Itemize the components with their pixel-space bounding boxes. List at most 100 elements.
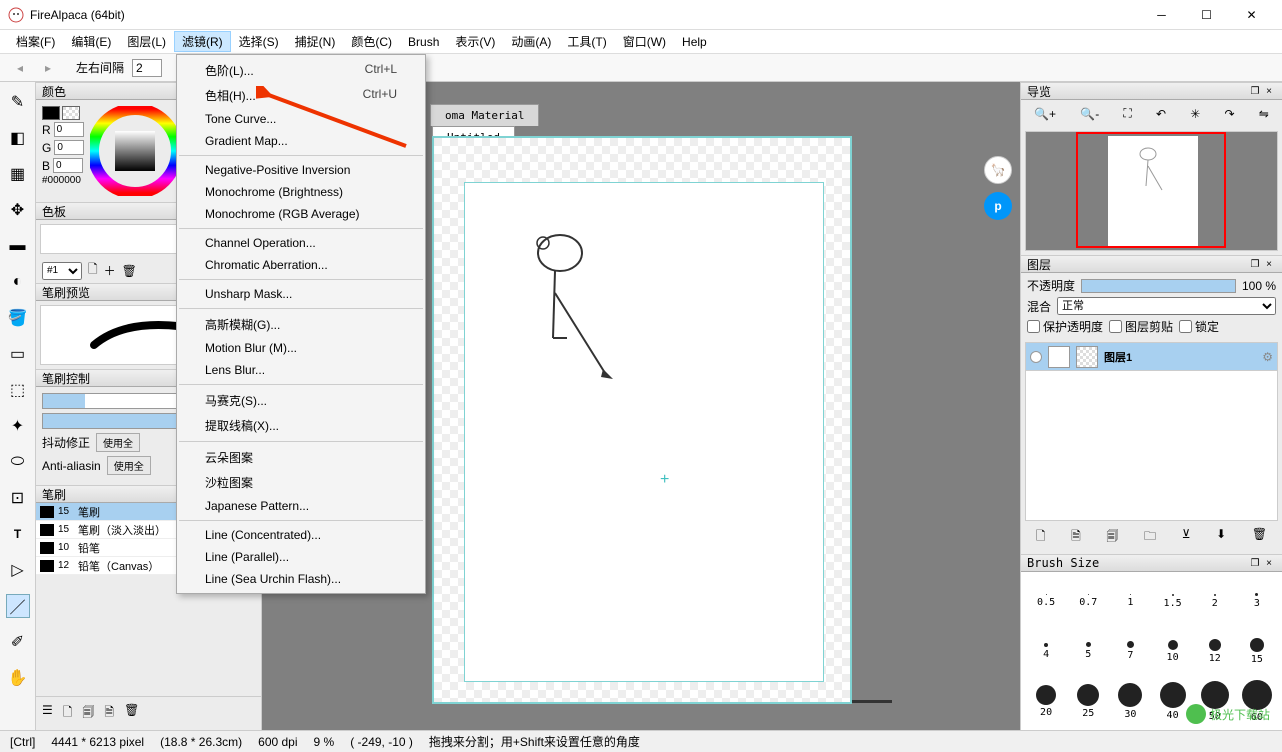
filter-item[interactable]: 沙粒图案 <box>177 470 425 495</box>
zoom-out-icon[interactable]: 🔍- <box>1080 107 1099 121</box>
rotate-reset-icon[interactable]: ✳ <box>1190 107 1200 121</box>
protect-alpha-checkbox[interactable] <box>1027 320 1040 333</box>
layer-new-icon[interactable]: 🗋 <box>1036 527 1046 548</box>
brush-del-icon[interactable]: 🗑 <box>124 703 139 724</box>
brush-size-cell[interactable]: 7 <box>1111 628 1149 674</box>
lasso-tool[interactable]: ⬭ <box>6 450 30 474</box>
filter-item[interactable]: 色阶(L)...Ctrl+L <box>177 58 425 83</box>
menu-捕捉n[interactable]: 捕捉(N) <box>287 31 344 52</box>
menu-brush[interactable]: Brush <box>400 33 447 51</box>
filter-item[interactable]: Line (Sea Urchin Flash)... <box>177 568 425 590</box>
divide-tool[interactable]: ／ <box>6 594 30 618</box>
menu-选择s[interactable]: 选择(S) <box>231 31 287 52</box>
fill-tool[interactable]: ▬ <box>6 234 30 258</box>
layer-settings-icon[interactable]: ⚙ <box>1262 350 1273 364</box>
clip-checkbox[interactable] <box>1109 320 1122 333</box>
filter-item[interactable]: 提取线稿(X)... <box>177 413 425 438</box>
prev-button[interactable]: ◂ <box>10 58 30 78</box>
select-rect-tool[interactable]: ⬚ <box>6 378 30 402</box>
menu-编辑e[interactable]: 编辑(E) <box>63 31 119 52</box>
filter-item[interactable]: Chromatic Aberration... <box>177 254 425 276</box>
menu-档案f[interactable]: 档案(F) <box>8 31 63 52</box>
menu-动画a[interactable]: 动画(A) <box>503 31 559 52</box>
layer-down-icon[interactable]: ⬇ <box>1216 527 1226 548</box>
background-swatch[interactable] <box>62 106 80 120</box>
brush-dup-icon[interactable]: 🗎 <box>104 703 114 724</box>
panel-undock-icon[interactable]: ❐ <box>1248 257 1262 271</box>
brush-size-cell[interactable]: 1.5 <box>1154 578 1192 624</box>
rotate-ccw-icon[interactable]: ↶ <box>1156 107 1166 121</box>
palette-add-icon[interactable]: ＋ <box>104 262 116 279</box>
brush-size-cell[interactable]: 3 <box>1238 578 1276 624</box>
palette-del-icon[interactable]: 🗑 <box>122 264 137 278</box>
bucket-tool[interactable]: 🪣 <box>6 306 30 330</box>
filter-item[interactable]: Gradient Map... <box>177 130 425 152</box>
filter-item[interactable]: Japanese Pattern... <box>177 495 425 517</box>
opacity-slider[interactable] <box>1081 279 1236 293</box>
lock-checkbox[interactable] <box>1179 320 1192 333</box>
brush-size-cell[interactable]: 1 <box>1111 578 1149 624</box>
spacing-input[interactable] <box>132 59 162 77</box>
color-wheel[interactable] <box>90 106 180 196</box>
brush-size-cell[interactable]: 2 <box>1196 578 1234 624</box>
brush-size-cell[interactable]: 5 <box>1069 628 1107 674</box>
blend-select[interactable]: 正常 <box>1057 297 1276 315</box>
filter-item[interactable]: Monochrome (Brightness) <box>177 181 425 203</box>
brush-size-cell[interactable]: 15 <box>1238 628 1276 674</box>
layer-dup-icon[interactable]: 🗐 <box>1106 527 1118 548</box>
g-input[interactable] <box>54 140 84 155</box>
menu-图层l[interactable]: 图层(L) <box>119 31 174 52</box>
menu-颜色c[interactable]: 颜色(C) <box>343 31 400 52</box>
menu-help[interactable]: Help <box>674 33 715 51</box>
palette-select[interactable]: #1 <box>42 262 82 280</box>
layer-merge-icon[interactable]: ⊻ <box>1182 527 1191 548</box>
filter-item[interactable]: 色相(H)...Ctrl+U <box>177 83 425 108</box>
shape-tool[interactable]: ▭ <box>6 342 30 366</box>
menu-窗口w[interactable]: 窗口(W) <box>615 31 674 52</box>
brush-size-cell[interactable]: 25 <box>1069 678 1107 724</box>
menu-表示v[interactable]: 表示(V) <box>447 31 503 52</box>
filter-item[interactable]: 高斯模糊(G)... <box>177 312 425 337</box>
r-input[interactable] <box>54 122 84 137</box>
brush-size-cell[interactable]: 0.7 <box>1069 578 1107 624</box>
brush-size-cell[interactable]: 30 <box>1111 678 1149 724</box>
b-input[interactable] <box>53 158 83 173</box>
brush-tool[interactable]: ✎ <box>6 90 30 114</box>
tab-material[interactable]: oma Material <box>430 104 539 126</box>
eyedropper-tool[interactable]: ✐ <box>6 630 30 654</box>
minimize-button[interactable]: ─ <box>1139 0 1184 30</box>
canvas[interactable]: + <box>464 182 824 682</box>
filter-item[interactable]: Lens Blur... <box>177 359 425 381</box>
layer-folder-icon[interactable]: 🗀 <box>1144 527 1156 548</box>
panel-close-icon[interactable]: × <box>1262 556 1276 570</box>
close-button[interactable]: ✕ <box>1229 0 1274 30</box>
filter-item[interactable]: 马赛克(S)... <box>177 388 425 413</box>
filter-item[interactable]: Monochrome (RGB Average) <box>177 203 425 225</box>
move-tool[interactable]: ✥ <box>6 198 30 222</box>
panel-close-icon[interactable]: × <box>1262 84 1276 98</box>
filter-item[interactable]: Unsharp Mask... <box>177 283 425 305</box>
menu-工具t[interactable]: 工具(T) <box>559 31 614 52</box>
filter-item[interactable]: Tone Curve... <box>177 108 425 130</box>
panel-undock-icon[interactable]: ❐ <box>1248 556 1262 570</box>
filter-item[interactable]: Line (Parallel)... <box>177 546 425 568</box>
brush-new-icon[interactable]: 🗋 <box>63 703 73 724</box>
panel-close-icon[interactable]: × <box>1262 257 1276 271</box>
wand-tool[interactable]: ✦ <box>6 414 30 438</box>
zoom-fit-icon[interactable]: ⛶ <box>1123 106 1131 121</box>
pointer-tool[interactable]: ▷ <box>6 558 30 582</box>
layer-new2-icon[interactable]: 🗎 <box>1071 527 1081 548</box>
dot-tool[interactable]: ▦ <box>6 162 30 186</box>
antialias-value[interactable]: 使用全 <box>107 456 151 475</box>
filter-item[interactable]: Channel Operation... <box>177 232 425 254</box>
maximize-button[interactable]: ☐ <box>1184 0 1229 30</box>
panel-undock-icon[interactable]: ❐ <box>1248 84 1262 98</box>
brush-size-cell[interactable]: 10 <box>1154 628 1192 674</box>
navigator-preview[interactable] <box>1025 131 1278 251</box>
eraser-tool[interactable]: ◧ <box>6 126 30 150</box>
select-pen-tool[interactable]: ⊡ <box>6 486 30 510</box>
next-button[interactable]: ▸ <box>38 58 58 78</box>
layer-row[interactable]: 图层1 ⚙ <box>1026 343 1277 371</box>
hand-tool[interactable]: ✋ <box>6 666 30 690</box>
brush-menu-icon[interactable]: ☰ <box>42 703 53 724</box>
